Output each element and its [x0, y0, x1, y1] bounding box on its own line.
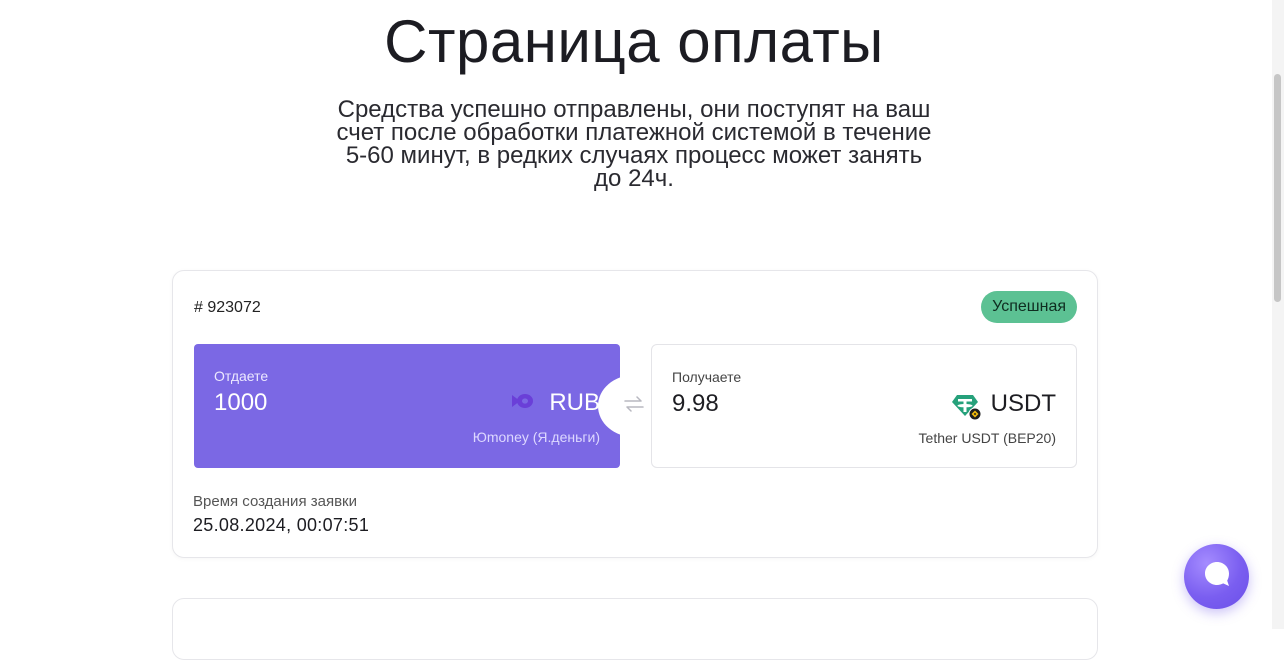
give-method: Юmoney (Я.деньги) — [472, 429, 600, 445]
created-label: Время создания заявки — [193, 493, 357, 510]
chat-button[interactable] — [1184, 544, 1249, 609]
yoomoney-icon — [510, 393, 534, 414]
page-subtitle: Средства успешно отправлены, они поступя… — [336, 96, 932, 192]
give-panel: Отдаете 1000 RUB Юmoney (Я.деньги) — [194, 344, 620, 468]
receive-currency: USDT — [990, 390, 1056, 417]
receive-panel: Получаете 9.98 USDT Tether USDT (BEP20) — [651, 344, 1077, 468]
order-card: # 923072 Успешная Отдаете 1000 RUB Юmone… — [172, 270, 1098, 558]
give-currency: RUB — [549, 389, 600, 416]
receive-amount: 9.98 — [672, 390, 719, 417]
created-value: 25.08.2024, 00:07:51 — [193, 515, 370, 535]
scrollbar-track[interactable] — [1272, 0, 1284, 629]
order-id: # 923072 — [194, 299, 261, 316]
receive-label: Получаете — [672, 369, 742, 385]
swap-arrows-icon — [623, 395, 645, 418]
scrollbar-thumb[interactable] — [1274, 74, 1281, 302]
status-badge: Успешная — [981, 291, 1077, 323]
chat-bubble-icon — [1202, 559, 1232, 594]
info-card — [172, 598, 1098, 660]
give-label: Отдаете — [214, 368, 269, 384]
page-title: Страница оплаты — [384, 8, 884, 75]
give-amount: 1000 — [214, 389, 268, 416]
tether-icon — [952, 393, 982, 426]
receive-method: Tether USDT (BEP20) — [918, 430, 1056, 446]
